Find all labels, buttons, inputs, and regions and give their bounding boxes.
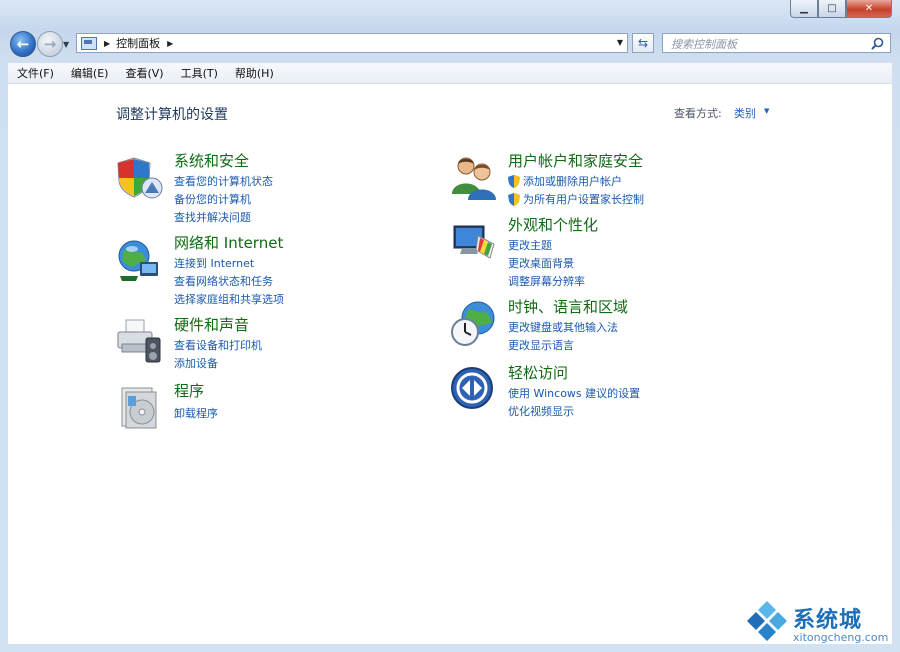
link-desktop-background[interactable]: 更改桌面背景 <box>508 255 574 271</box>
link-devices-printers[interactable]: 查看设备和打印机 <box>174 337 262 353</box>
address-dropdown-icon[interactable]: ▼ <box>617 38 623 47</box>
link-connect-internet[interactable]: 连接到 Internet <box>174 255 254 271</box>
category-title[interactable]: 轻松访问 <box>508 362 568 383</box>
view-by-chevron-icon[interactable]: ▼ <box>764 107 769 115</box>
link-change-theme[interactable]: 更改主题 <box>508 237 552 253</box>
link-find-fix-problems[interactable]: 查找并解决问题 <box>174 209 251 225</box>
menu-edit[interactable]: 编辑(E) <box>62 65 117 81</box>
category-title[interactable]: 外观和个性化 <box>508 214 598 235</box>
menu-view[interactable]: 查看(V) <box>116 65 171 81</box>
link-check-computer-status[interactable]: 查看您的计算机状态 <box>174 173 273 189</box>
link-backup-computer[interactable]: 备份您的计算机 <box>174 191 251 207</box>
category-title[interactable]: 硬件和声音 <box>174 314 249 335</box>
search-input[interactable]: 搜索控制面板 <box>662 33 891 53</box>
refresh-button[interactable]: ⇆ <box>632 33 654 53</box>
appearance-icon[interactable] <box>450 218 498 266</box>
link-homegroup-sharing[interactable]: 选择家庭组和共享选项 <box>174 291 284 307</box>
menu-file[interactable]: 文件(F) <box>8 65 62 81</box>
search-icon[interactable] <box>871 37 884 50</box>
clock-globe-icon[interactable] <box>450 300 498 348</box>
network-globe-icon[interactable] <box>116 236 164 284</box>
uac-shield-icon <box>508 192 520 206</box>
shield-icon[interactable] <box>116 154 164 202</box>
link-label: 添加或删除用户帐户 <box>523 175 622 188</box>
category-title[interactable]: 用户帐户和家庭安全 <box>508 150 643 171</box>
category-title[interactable]: 系统和安全 <box>174 150 249 171</box>
category-title[interactable]: 网络和 Internet <box>174 232 283 253</box>
uac-shield-icon <box>508 174 520 188</box>
link-add-remove-accounts[interactable]: 添加或删除用户帐户 <box>508 173 622 189</box>
category-title[interactable]: 时钟、语言和区域 <box>508 296 628 317</box>
watermark-name: 系统城 <box>793 608 863 633</box>
maximize-button[interactable]: □ <box>818 0 846 18</box>
category-title[interactable]: 程序 <box>174 380 204 401</box>
menu-help[interactable]: 帮助(H) <box>226 65 282 81</box>
back-arrow-icon: ← <box>16 35 30 53</box>
forward-button[interactable]: → <box>37 31 63 57</box>
caption-buttons: ▁ □ ✕ <box>790 0 892 20</box>
control-panel-icon <box>81 36 97 50</box>
link-screen-resolution[interactable]: 调整屏幕分辨率 <box>508 273 585 289</box>
menu-tools[interactable]: 工具(T) <box>172 65 226 81</box>
programs-icon[interactable] <box>116 384 164 432</box>
address-bar[interactable]: ▶ 控制面板 ▶ ▼ <box>76 33 628 53</box>
diamond-logo-icon <box>747 601 787 641</box>
link-label: 为所有用户设置家长控制 <box>523 193 644 206</box>
search-placeholder: 搜索控制面板 <box>671 38 737 51</box>
page-title: 调整计算机的设置 <box>116 107 228 123</box>
breadcrumb-chevron-icon[interactable]: ▶ <box>104 39 110 48</box>
back-button[interactable]: ← <box>10 31 36 57</box>
watermark-logo: 系统城 xitongcheng.com <box>745 598 895 648</box>
link-keyboard-input[interactable]: 更改键盘或其他输入法 <box>508 319 618 335</box>
refresh-icon: ⇆ <box>637 36 649 50</box>
link-parental-controls[interactable]: 为所有用户设置家长控制 <box>508 191 644 207</box>
recent-pages-dropdown[interactable]: ▼ <box>63 40 69 49</box>
printer-speaker-icon[interactable] <box>116 318 164 366</box>
menu-bar: 文件(F) 编辑(E) 查看(V) 工具(T) 帮助(H) <box>8 63 892 84</box>
close-button[interactable]: ✕ <box>846 0 892 18</box>
users-icon[interactable] <box>450 154 498 202</box>
link-uninstall-program[interactable]: 卸载程序 <box>174 405 218 421</box>
ease-of-access-icon[interactable] <box>450 366 498 414</box>
watermark-url: xitongcheng.com <box>793 631 889 644</box>
link-add-device[interactable]: 添加设备 <box>174 355 218 371</box>
view-by-label: 查看方式: <box>674 107 722 120</box>
view-by-dropdown[interactable]: 类别 <box>734 105 756 121</box>
breadcrumb-control-panel[interactable]: 控制面板 <box>116 35 160 51</box>
link-optimize-display[interactable]: 优化视频显示 <box>508 403 574 419</box>
minimize-button[interactable]: ▁ <box>790 0 818 18</box>
forward-arrow-icon: → <box>43 35 57 53</box>
link-recommended-settings[interactable]: 使用 Wincows 建议的设置 <box>508 385 640 401</box>
link-display-language[interactable]: 更改显示语言 <box>508 337 574 353</box>
content-pane: 调整计算机的设置 查看方式: 类别 ▼ 系统和安全 查看您的计算机状态 备份您的… <box>8 84 892 644</box>
breadcrumb-chevron-icon[interactable]: ▶ <box>167 39 173 48</box>
link-network-status[interactable]: 查看网络状态和任务 <box>174 273 273 289</box>
window-frame: ▁ □ ✕ ← → ▼ ▶ 控制面板 ▶ ▼ ⇆ 搜索控制面板 文件(F) 编辑… <box>0 0 900 652</box>
